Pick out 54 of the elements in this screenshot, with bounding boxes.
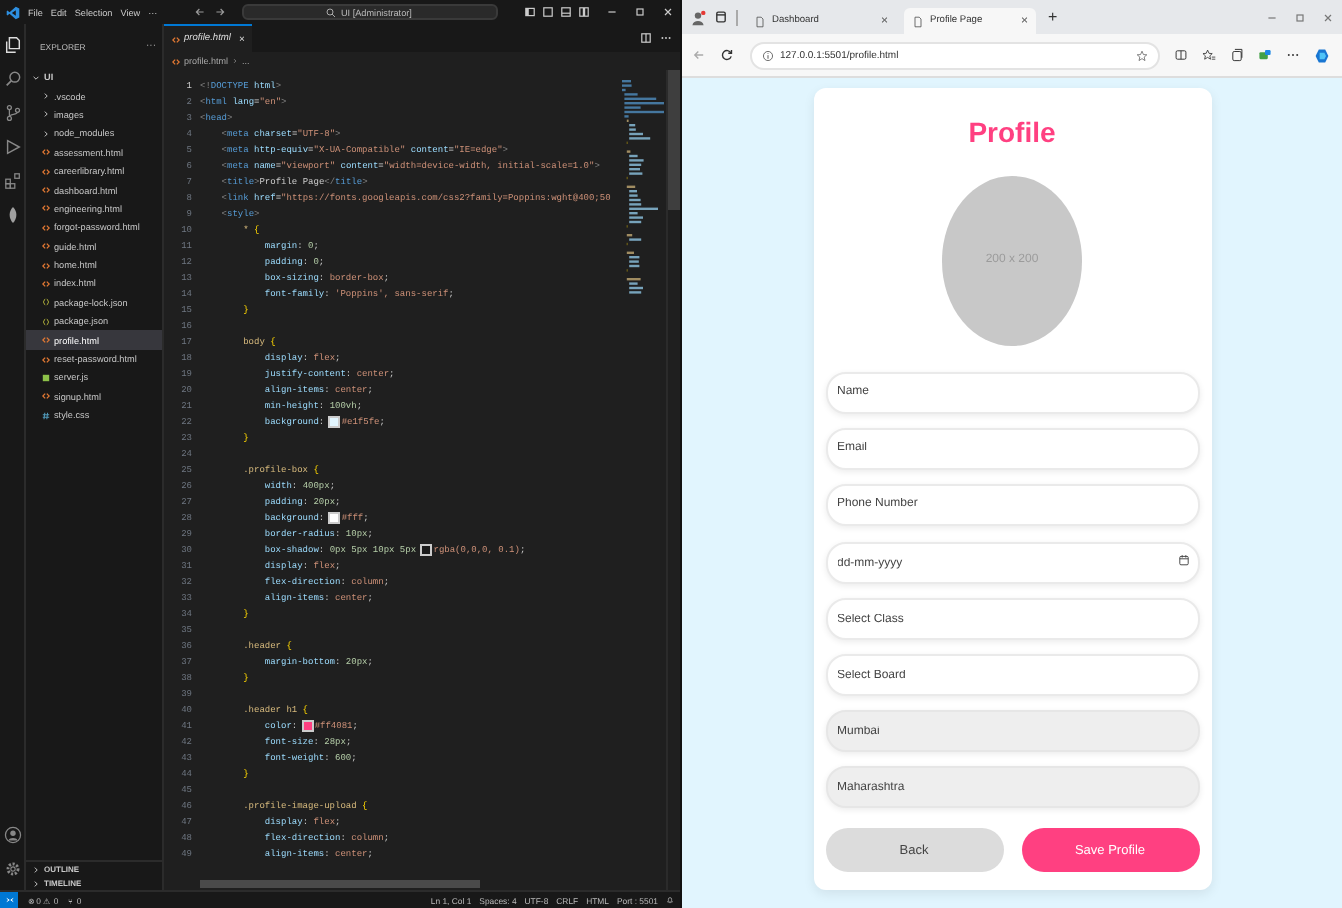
split-screen-icon[interactable] bbox=[1174, 48, 1188, 62]
extensions-icon[interactable] bbox=[3, 172, 21, 190]
forward-arrow-icon[interactable] bbox=[213, 6, 226, 18]
page-icon bbox=[912, 15, 924, 27]
favorites-icon[interactable] bbox=[1202, 48, 1216, 62]
account-icon[interactable] bbox=[3, 826, 21, 844]
layout-icon[interactable] bbox=[578, 6, 590, 18]
search-icon bbox=[326, 7, 337, 17]
refresh-icon[interactable] bbox=[720, 48, 734, 62]
source-control-icon[interactable] bbox=[3, 104, 21, 122]
extension-icon[interactable] bbox=[1258, 48, 1272, 62]
braces-icon bbox=[42, 317, 50, 326]
angle-brackets-icon bbox=[42, 392, 50, 401]
vscode-logo-icon bbox=[6, 5, 20, 19]
remote-button[interactable] bbox=[0, 892, 18, 908]
file-icon bbox=[42, 373, 50, 382]
star-icon[interactable] bbox=[1136, 49, 1148, 61]
vertical-scrollbar[interactable] bbox=[668, 70, 680, 210]
copilot-icon[interactable] bbox=[1314, 47, 1330, 63]
split-editor-icon[interactable] bbox=[640, 32, 652, 44]
page-heading: Profile bbox=[968, 114, 1056, 152]
angle-brackets-icon bbox=[42, 167, 50, 176]
back-arrow-icon[interactable] bbox=[193, 6, 206, 18]
angle-brackets-icon bbox=[42, 223, 50, 232]
minimap-drawing[interactable] bbox=[622, 80, 666, 300]
angle-brackets-icon bbox=[172, 57, 180, 65]
remote-icon bbox=[5, 896, 13, 904]
collections-icon[interactable] bbox=[1230, 48, 1244, 62]
profile-icon[interactable] bbox=[690, 9, 706, 25]
angle-brackets-icon bbox=[42, 336, 50, 345]
angle-brackets-icon bbox=[42, 355, 50, 364]
bell-icon[interactable] bbox=[666, 896, 674, 904]
close-icon[interactable] bbox=[662, 6, 674, 18]
angle-brackets-icon bbox=[42, 279, 50, 288]
settings-icon[interactable] bbox=[3, 860, 21, 878]
minimize-icon[interactable] bbox=[606, 6, 618, 18]
angle-brackets-icon bbox=[42, 204, 50, 213]
angle-brackets-icon bbox=[42, 148, 50, 157]
search-icon[interactable] bbox=[3, 70, 21, 88]
angle-brackets-icon bbox=[42, 186, 50, 195]
tab-actions-icon[interactable] bbox=[714, 10, 728, 24]
angle-brackets-icon bbox=[42, 261, 50, 270]
maximize-icon[interactable] bbox=[634, 6, 646, 18]
page-icon bbox=[754, 15, 766, 27]
info-icon[interactable] bbox=[762, 49, 774, 61]
angle-brackets-icon bbox=[172, 35, 180, 43]
angle-brackets-icon bbox=[42, 242, 50, 251]
run-debug-icon[interactable] bbox=[3, 138, 21, 156]
layout-icon[interactable] bbox=[560, 6, 572, 18]
braces-icon bbox=[42, 298, 50, 307]
hash-icon bbox=[42, 411, 50, 420]
files-icon[interactable] bbox=[3, 36, 21, 54]
calendar-icon[interactable] bbox=[1177, 554, 1189, 566]
new-tab-button[interactable]: + bbox=[1048, 8, 1058, 26]
